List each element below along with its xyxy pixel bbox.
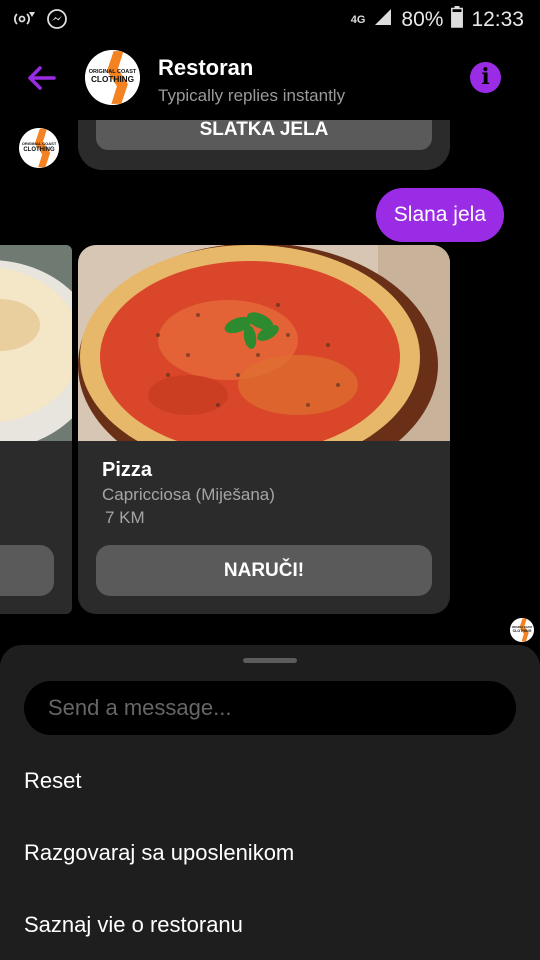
avatar-logo-text-top: ORIGINAL COAST <box>22 141 57 146</box>
avatar-logo-text-main: CLOTHING <box>23 147 55 153</box>
clock: 12:33 <box>471 8 524 31</box>
sheet-drag-handle[interactable] <box>243 658 297 663</box>
hotspot-icon <box>14 9 36 34</box>
card-distance: 7 KM <box>105 508 145 527</box>
back-arrow-icon[interactable] <box>26 62 58 94</box>
logo-text-main: CLOTHING <box>91 75 134 84</box>
quick-replies-sheet: Reset Razgovaraj sa uposlenikom Saznaj v… <box>0 645 540 960</box>
battery-percent: 80% <box>401 8 444 31</box>
food-image-previous <box>0 245 72 441</box>
messenger-icon <box>46 8 68 35</box>
user-message-bubble: Slana jela <box>375 188 504 242</box>
chat-title: Restoran <box>158 55 254 80</box>
status-bar: 4G 80% 12:33 <box>0 0 540 38</box>
quick-reply-reset[interactable]: Reset <box>24 768 81 794</box>
restaurant-logo[interactable]: ORIGINAL COAST CLOTHING <box>85 50 140 105</box>
read-receipt-avatar: ORIGINAL COAST CLOTHING <box>510 618 534 642</box>
pizza-image <box>78 245 450 441</box>
quick-reply-about-restaurant[interactable]: Saznaj vie o restoranu <box>24 912 243 938</box>
receipt-logo-text-main: CLOTHING <box>513 629 532 633</box>
carousel-card-previous[interactable] <box>0 245 72 614</box>
receipt-logo-text-top: ORIGINAL COAST <box>512 626 533 629</box>
order-button-previous[interactable] <box>0 545 54 596</box>
card-subtitle: Capricciosa (Miješana) <box>102 485 275 504</box>
info-icon[interactable]: i <box>470 62 501 93</box>
chat-area: ORIGINAL COAST CLOTHING SLATKA JELA Slan… <box>0 120 540 645</box>
network-type: 4G <box>350 14 366 26</box>
message-input-container[interactable] <box>24 681 516 735</box>
carousel-card-pizza[interactable]: Pizza Capricciosa (Miješana) 7 KM NARUČI… <box>78 245 450 614</box>
message-input[interactable] <box>24 681 516 735</box>
signal-icon <box>373 7 393 33</box>
bot-avatar: ORIGINAL COAST CLOTHING <box>19 128 59 168</box>
chat-subtitle: Typically replies instantly <box>158 86 346 105</box>
slatka-jela-button[interactable]: SLATKA JELA <box>96 120 432 150</box>
chat-header: ORIGINAL COAST CLOTHING Restoran Typical… <box>0 38 540 120</box>
card-title: Pizza <box>102 459 153 481</box>
battery-icon <box>451 6 464 34</box>
previous-card: SLATKA JELA <box>78 120 450 170</box>
logo-text-top: ORIGINAL COAST <box>89 69 137 75</box>
naruci-button[interactable]: NARUČI! <box>96 545 432 596</box>
quick-reply-talk-to-staff[interactable]: Razgovaraj sa uposlenikom <box>24 840 294 866</box>
